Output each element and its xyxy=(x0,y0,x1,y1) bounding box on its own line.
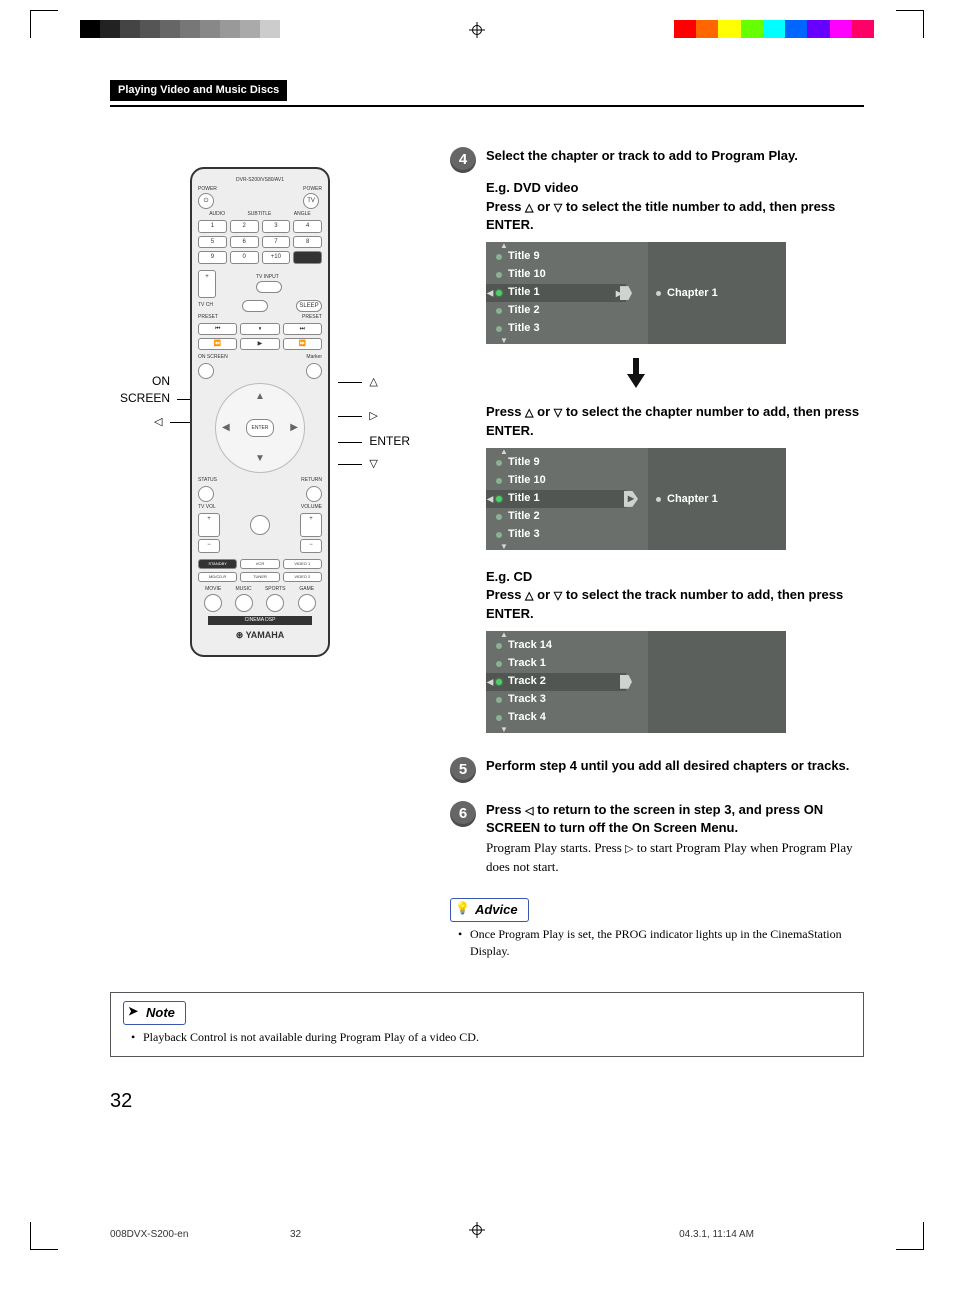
step-title: Select the chapter or track to add to Pr… xyxy=(486,148,798,163)
divider xyxy=(110,105,864,107)
sleep-button: SLEEP xyxy=(296,300,322,312)
down-arrow-icon: ▼ xyxy=(255,452,265,466)
triangle-up-icon xyxy=(525,199,533,214)
callout-enter: ENTER xyxy=(338,433,410,450)
on-screen-button xyxy=(198,363,214,379)
cd-example-heading: E.g. CD xyxy=(486,568,864,586)
step-5: 5 Perform step 4 until you add all desir… xyxy=(450,757,864,783)
osd-track-select: ▲ Track 14 Track 1 ◀ Track 2 Track 3 Tra… xyxy=(486,631,786,733)
osd-chapter-select: ▲ Title 9 Title 10 ◀ Title 1 ▶ Chapter 1… xyxy=(486,448,786,550)
color-bar xyxy=(674,20,874,38)
cursor-icon xyxy=(620,675,632,689)
note-item: Playback Control is not available during… xyxy=(131,1029,851,1046)
callout-up-arrow: △ xyxy=(338,373,378,390)
callout-down-arrow: ▽ xyxy=(338,455,378,472)
crop-mark xyxy=(896,1222,924,1250)
footer-datetime: 04.3.1, 11:14 AM xyxy=(679,1228,754,1242)
step-body: Program Play starts. Press to start Prog… xyxy=(486,839,864,876)
cursor-icon xyxy=(620,286,632,300)
marker-button xyxy=(306,363,322,379)
dvd-line-1: Press or to select the title number to a… xyxy=(486,198,864,235)
power-button: ⏻ xyxy=(198,193,214,209)
triangle-up-icon xyxy=(525,587,533,602)
step-6: 6 Press to return to the screen in step … xyxy=(450,801,864,876)
callout-right-arrow: ▷ xyxy=(338,407,378,424)
advice-section: Advice Once Program Play is set, the PRO… xyxy=(450,898,864,960)
triangle-down-icon xyxy=(554,199,562,214)
crop-mark xyxy=(30,1222,58,1250)
triangle-down-icon: ▽ xyxy=(369,457,377,472)
up-arrow-icon: ▲ xyxy=(255,390,265,404)
advice-item: Once Program Play is set, the PROG indic… xyxy=(458,926,864,960)
footer-page: 32 xyxy=(290,1228,301,1242)
cd-line: Press or to select the track number to a… xyxy=(486,586,864,623)
right-arrow-icon: ▶ xyxy=(290,421,298,435)
triangle-right-icon xyxy=(625,840,633,855)
triangle-down-icon xyxy=(554,587,562,602)
dvd-line-2: Press or to select the chapter number to… xyxy=(486,403,864,440)
yamaha-logo-icon xyxy=(236,630,246,640)
callout-left-arrow: ◁ xyxy=(154,413,194,430)
osd-title-select: ▲ Title 9 Title 10 ◀ Title 1 ▶ Chapter 1… xyxy=(486,242,786,344)
note-section: Note Playback Control is not available d… xyxy=(110,992,864,1057)
triangle-down-icon xyxy=(554,404,562,419)
page-number: 32 xyxy=(110,1087,864,1115)
footer-file: 008DVX-S200-en xyxy=(110,1228,188,1242)
triangle-up-icon: △ xyxy=(369,375,377,390)
tv-power-button: TV xyxy=(303,193,319,209)
remote-illustration-column: ON SCREEN ◁ △ ▷ ENTER xyxy=(110,137,410,961)
d-pad: ▲ ▼ ◀ ▶ ENTER xyxy=(215,383,305,473)
crop-mark xyxy=(30,10,58,38)
cinema-dsp-label: CINEMA DSP xyxy=(208,616,312,625)
registration-mark xyxy=(469,1222,485,1238)
grayscale-bar xyxy=(80,20,280,38)
registration-mark xyxy=(469,22,485,38)
step-title: Press to return to the screen in step 3,… xyxy=(486,802,823,835)
callout-on-screen: ON SCREEN xyxy=(120,373,180,407)
printer-marks-bottom: 008DVX-S200-en 32 04.3.1, 11:14 AM xyxy=(0,1200,954,1260)
section-header: Playing Video and Music Discs xyxy=(110,80,287,101)
number-pad: 1234 5678 90+10 xyxy=(198,220,322,263)
step-title: Perform step 4 until you add all desired… xyxy=(486,758,849,773)
crop-mark xyxy=(896,10,924,38)
remote-model-label: DVR-S200/VS80/AV1 xyxy=(198,177,322,184)
printer-marks-top xyxy=(0,0,954,60)
step-number-badge: 5 xyxy=(450,757,476,783)
triangle-left-icon: ◁ xyxy=(154,415,162,430)
brand-label: YAMAHA xyxy=(246,630,285,640)
advice-label: Advice xyxy=(450,898,529,922)
triangle-left-icon xyxy=(525,802,533,817)
note-label: Note xyxy=(123,1001,186,1025)
triangle-right-icon: ▷ xyxy=(369,409,377,424)
dvd-example-heading: E.g. DVD video xyxy=(486,179,864,197)
enter-button: ENTER xyxy=(246,419,274,437)
down-arrow-icon xyxy=(486,358,786,393)
step-4: 4 Select the chapter or track to add to … xyxy=(450,147,864,173)
step-number-badge: 6 xyxy=(450,801,476,827)
triangle-up-icon xyxy=(525,404,533,419)
step-number-badge: 4 xyxy=(450,147,476,173)
remote-control: DVR-S200/VS80/AV1 POWER⏻ POWERTV AUDIO S… xyxy=(190,167,330,657)
left-arrow-icon: ◀ xyxy=(222,421,230,435)
